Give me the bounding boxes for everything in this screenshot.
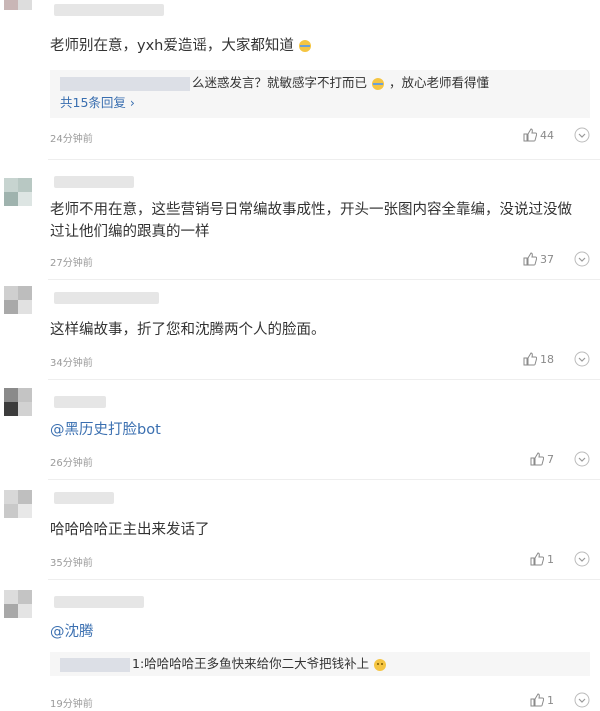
like-count: 37 [540, 252, 554, 266]
emoji-icon [299, 40, 312, 52]
comment-text: 老师别在意，yxh爱造谣，大家都知道 [50, 35, 312, 57]
avatar[interactable] [4, 490, 44, 530]
reply-text: 1:哈哈哈哈王多鱼快来给你二大爷把钱补上 [132, 656, 370, 671]
reply-box[interactable]: 么迷惑发言？就敏感字不打而已 ，放心老师看得懂 共15条回复 › [50, 70, 590, 118]
like-button[interactable]: 18 [523, 352, 554, 366]
thumb-up-icon [523, 352, 537, 366]
username-blurred[interactable] [54, 596, 144, 608]
comment-text: 哈哈哈哈正主出来发话了 [50, 522, 210, 538]
comment-text: 老师不用在意，这些营销号日常编故事成性，开头一张图内容全靠编，没说过没做过让他们… [50, 202, 572, 240]
username-blurred[interactable] [54, 396, 106, 408]
like-count: 18 [540, 352, 554, 366]
chevron-down-circle-icon[interactable] [574, 127, 590, 143]
chevron-down-circle-icon[interactable] [574, 451, 590, 467]
avatar[interactable] [4, 590, 44, 630]
comment-time: 24分钟前 [50, 134, 93, 145]
comment-text: @黑历史打脸bot [50, 419, 161, 441]
reply-username-blurred [60, 657, 130, 672]
like-count: 7 [547, 452, 554, 466]
username-blurred[interactable] [54, 492, 114, 504]
like-button[interactable]: 7 [530, 452, 554, 466]
chevron-down-circle-icon[interactable] [574, 351, 590, 367]
reply-box[interactable]: 1:哈哈哈哈王多鱼快来给你二大爷把钱补上 [50, 652, 590, 676]
chevron-down-circle-icon[interactable] [574, 251, 590, 267]
comment: @黑历史打脸bot 26分钟前 7 [0, 380, 600, 480]
reply-text-2: ，放心老师看得懂 [388, 75, 489, 90]
like-button[interactable]: 1 [530, 552, 554, 566]
avatar[interactable] [4, 286, 44, 326]
chevron-down-circle-icon[interactable] [574, 692, 590, 708]
mention-link[interactable]: @黑历史打脸bot [50, 422, 161, 438]
like-button[interactable]: 44 [523, 128, 554, 142]
chevron-right-icon: › [129, 95, 135, 110]
comment-time: 19分钟前 [50, 699, 93, 710]
username-blurred[interactable] [54, 4, 164, 16]
comment: 老师不用在意，这些营销号日常编故事成性，开头一张图内容全靠编，没说过没做过让他们… [0, 160, 600, 280]
like-count: 44 [540, 128, 554, 142]
avatar[interactable] [4, 388, 44, 428]
mention-link[interactable]: @沈腾 [50, 624, 94, 640]
thumb-up-icon [523, 128, 537, 142]
comment: 这样编故事，折了您和沈腾两个人的脸面。 34分钟前 18 [0, 280, 600, 380]
thumb-up-icon [523, 252, 537, 266]
comment-time: 26分钟前 [50, 458, 93, 469]
comment-text: @沈腾 [50, 621, 94, 643]
username-blurred[interactable] [54, 176, 134, 188]
comment: @沈腾 1:哈哈哈哈王多鱼快来给你二大爷把钱补上 19分钟前 1 [0, 580, 600, 711]
thumb-up-icon [530, 552, 544, 566]
like-button[interactable]: 37 [523, 252, 554, 266]
username-blurred[interactable] [54, 292, 159, 304]
reply-username-blurred [60, 76, 190, 91]
like-button[interactable]: 1 [530, 693, 554, 707]
reply-text: 么迷惑发言？就敏感字不打而已 [192, 75, 368, 90]
comment-time: 27分钟前 [50, 258, 93, 269]
comment-time: 34分钟前 [50, 358, 93, 369]
thumb-up-icon [530, 452, 544, 466]
like-count: 1 [547, 693, 554, 707]
thumb-up-icon [530, 693, 544, 707]
emoji-icon [374, 658, 387, 671]
comment-text: 这样编故事，折了您和沈腾两个人的脸面。 [50, 322, 326, 338]
avatar[interactable] [4, 178, 44, 218]
emoji-icon [372, 77, 384, 90]
chevron-down-circle-icon[interactable] [574, 551, 590, 567]
comment-time: 35分钟前 [50, 558, 93, 569]
view-replies-link[interactable]: 共15条回复 › [50, 93, 590, 113]
comment: 老师别在意，yxh爱造谣，大家都知道 么迷惑发言？就敏感字不打而已 ，放心老师看… [0, 0, 600, 160]
comment: 哈哈哈哈正主出来发话了 35分钟前 1 [0, 480, 600, 580]
like-count: 1 [547, 552, 554, 566]
avatar[interactable] [4, 0, 44, 22]
